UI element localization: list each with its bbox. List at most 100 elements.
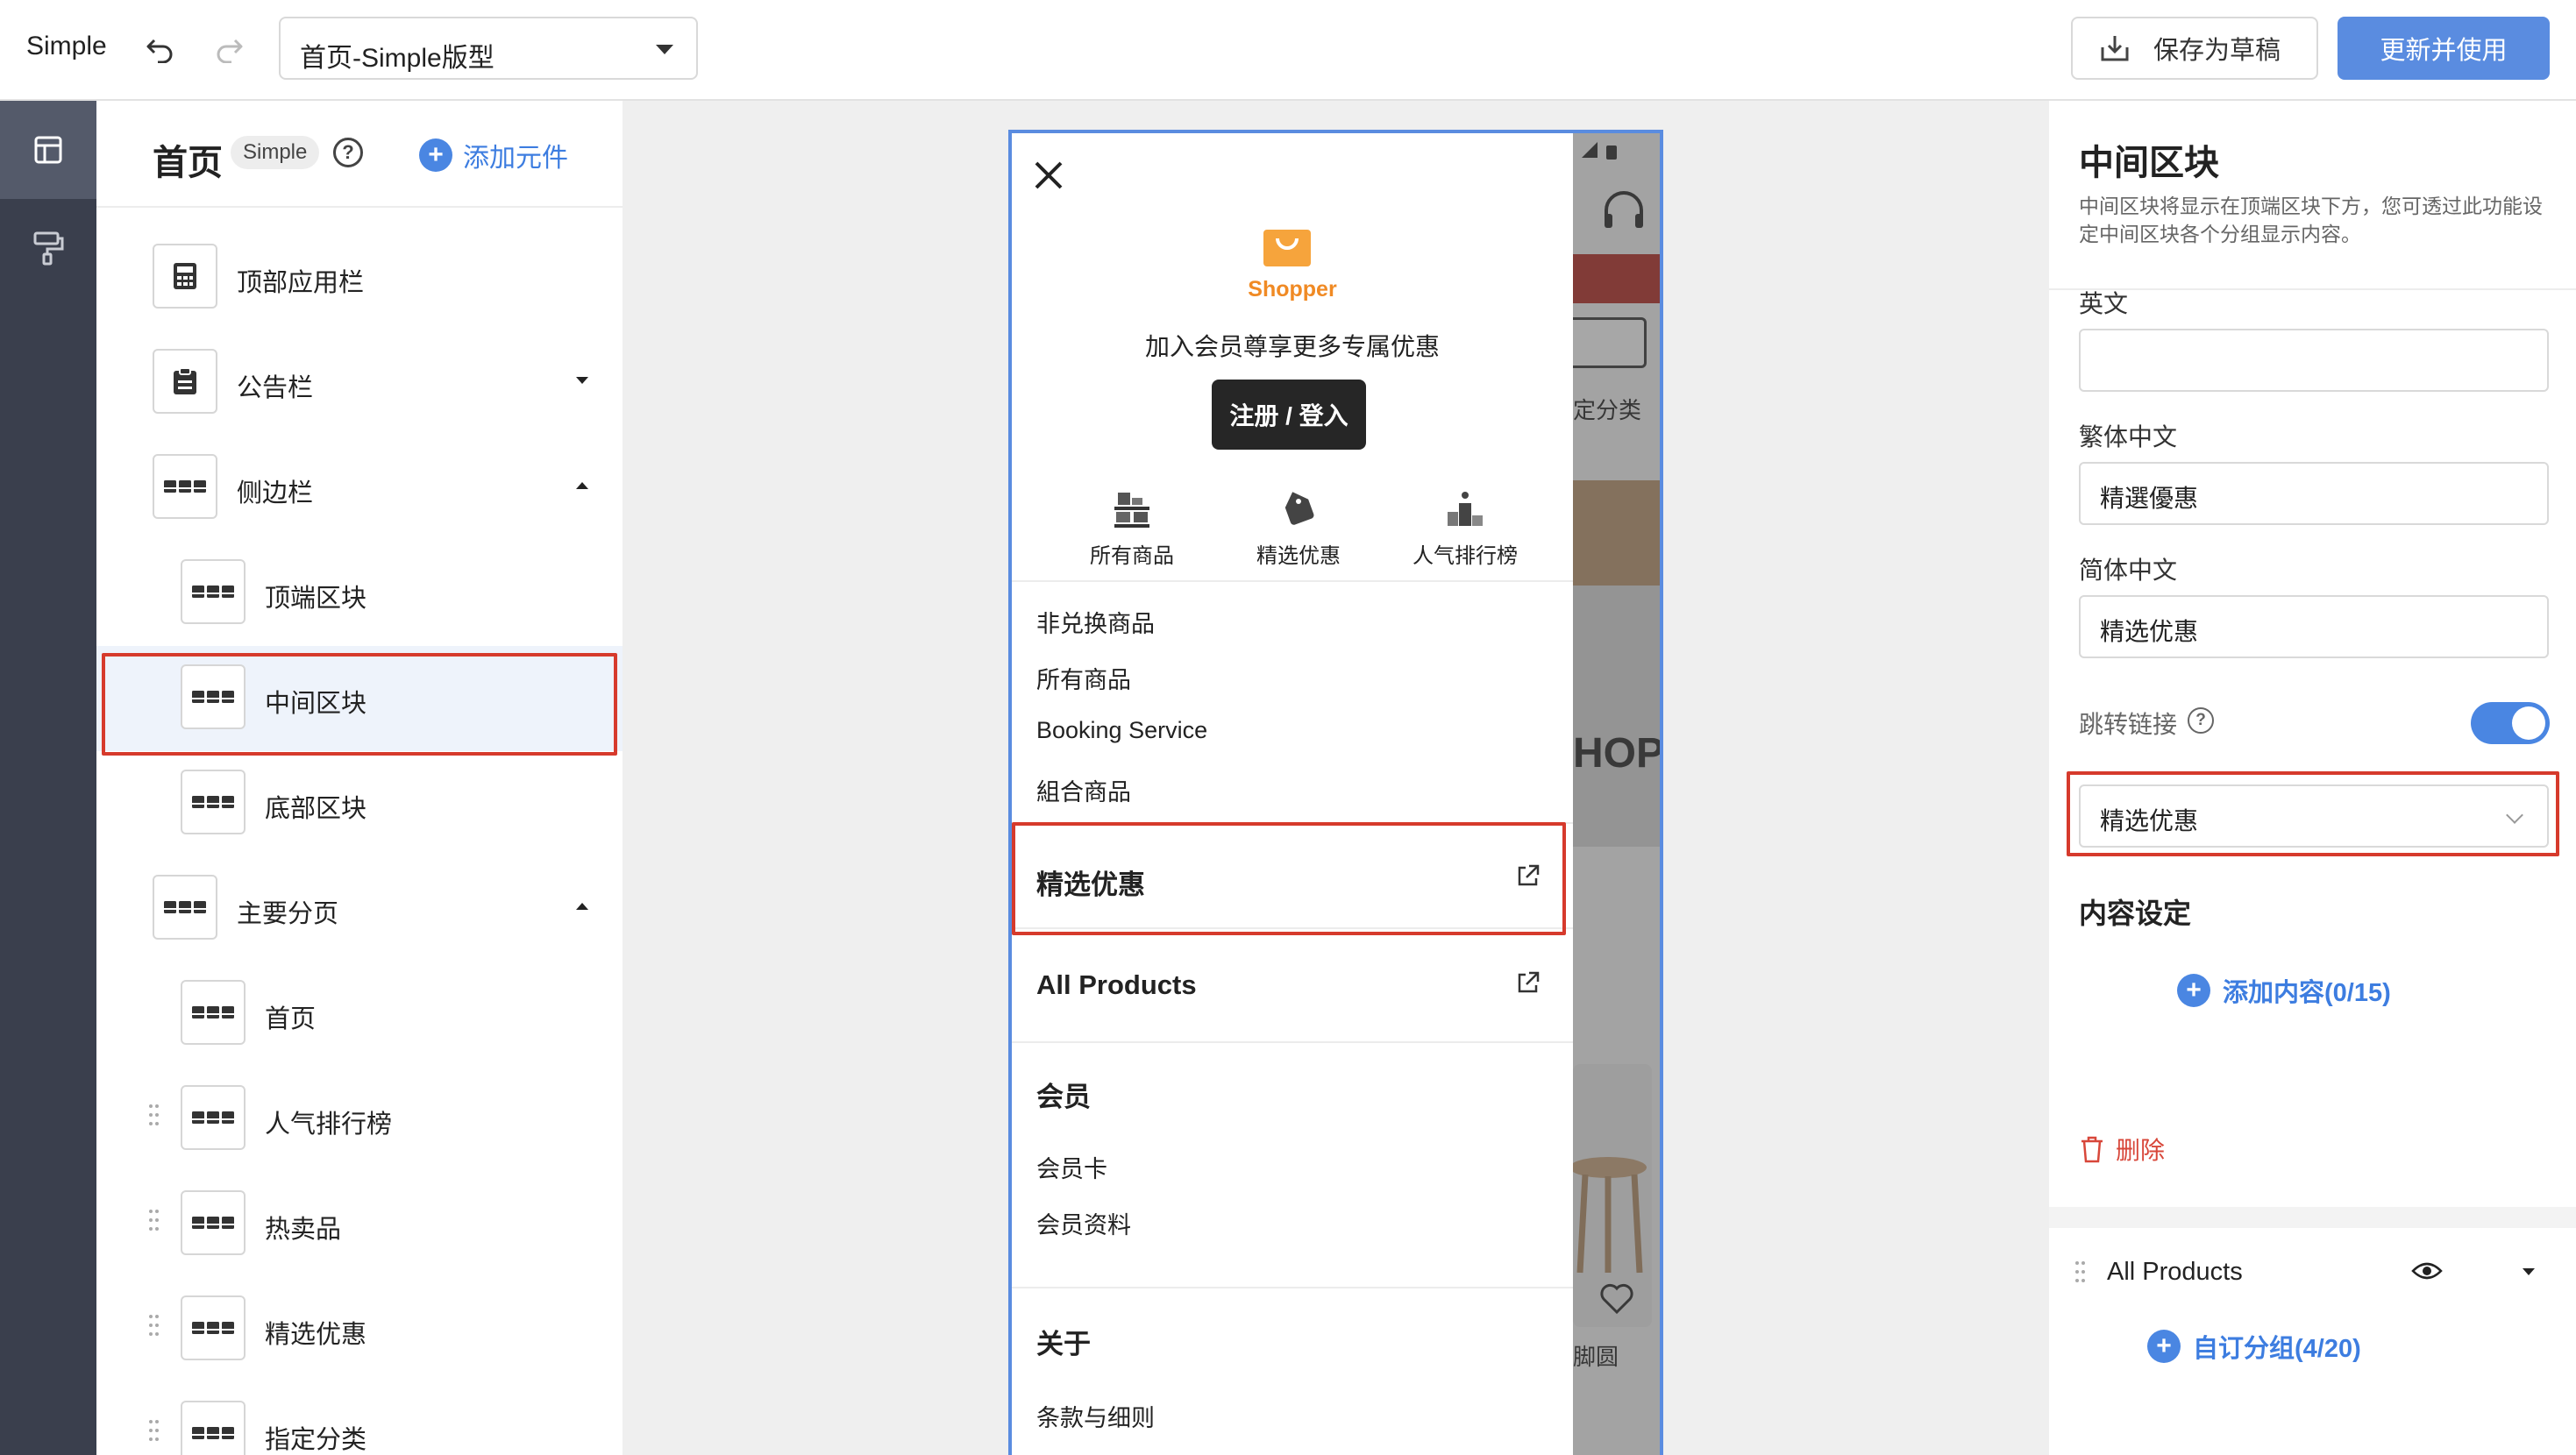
drag-handle-icon[interactable] <box>2075 1261 2086 1284</box>
divider <box>1012 1041 1573 1043</box>
price-tag-icon <box>1284 492 1314 525</box>
redirect-link-label: 跳转链接 <box>2079 711 2178 738</box>
divider <box>1012 822 1573 824</box>
menu-link[interactable]: 条款与细则 <box>1036 1399 1155 1433</box>
grid-blocks-icon <box>181 1295 246 1360</box>
redirect-link-select[interactable]: 精选优惠 <box>2079 784 2549 848</box>
redirect-link-toggle[interactable] <box>2471 702 2550 744</box>
menu-link[interactable]: Booking Service <box>1036 717 1207 744</box>
redo-icon[interactable] <box>209 30 249 70</box>
register-login-button[interactable]: 注册 / 登入 <box>1212 380 1366 450</box>
english-name-input[interactable] <box>2079 329 2549 392</box>
divider <box>1012 927 1573 929</box>
close-icon[interactable] <box>1031 158 1066 193</box>
plus-circle-icon: + <box>2177 974 2210 1007</box>
caret-down-icon[interactable] <box>576 377 588 384</box>
layout-nav[interactable] <box>0 101 96 199</box>
grid-blocks-icon <box>181 980 246 1045</box>
clipboard-icon <box>153 349 217 414</box>
add-content-button[interactable]: + 添加内容(0/15) <box>2177 972 2391 1009</box>
tree-item-ranking[interactable]: 人气排行榜 <box>96 1067 623 1172</box>
tree-item-top-block[interactable]: 顶端区块 <box>96 541 623 646</box>
eye-icon[interactable] <box>2411 1260 2443 1282</box>
all-products-section-link[interactable]: All Products <box>1036 969 1197 1001</box>
tree-item-home[interactable]: 首页 <box>96 962 623 1067</box>
template-badge: Simple <box>231 136 320 169</box>
grid-blocks-icon <box>181 664 246 729</box>
quick-link-label: 精选优惠 <box>1256 544 1341 568</box>
tree-item-label: 顶部应用栏 <box>237 269 365 297</box>
content-settings-title: 内容设定 <box>2079 898 2192 929</box>
grid-blocks-icon <box>181 1401 246 1455</box>
settings-description: 中间区块将显示在顶端区块下方，您可透过此功能设定中间区块各个分组显示内容。 <box>2079 195 2543 245</box>
traditional-chinese-input[interactable]: 精選優惠 <box>2079 462 2549 525</box>
group-name: All Products <box>2107 1258 2243 1286</box>
caret-up-icon[interactable] <box>576 482 588 489</box>
redirect-link-value: 精选优惠 <box>2100 807 2199 834</box>
featured-section-link[interactable]: 精选优惠 <box>1036 862 1145 902</box>
tree-item-top-app-bar[interactable]: 顶部应用栏 <box>96 225 623 330</box>
tree-item-hot-items[interactable]: 热卖品 <box>96 1172 623 1277</box>
grid-blocks-icon <box>181 770 246 834</box>
tree-item-announcement[interactable]: 公告栏 <box>96 330 623 436</box>
drag-handle-icon[interactable] <box>149 1104 160 1127</box>
quick-link-all-products[interactable]: 所有商品 <box>1049 482 1215 569</box>
external-link-icon[interactable] <box>1515 969 1541 996</box>
update-and-use-button[interactable]: 更新并使用 <box>2338 17 2550 80</box>
caret-down-icon[interactable] <box>2523 1268 2535 1275</box>
tree-item-main-tabs[interactable]: 主要分页 <box>96 856 623 962</box>
preview-backdrop: 定分类 HOP 脚圆 <box>1573 133 1660 1455</box>
backdrop-overlay <box>1573 133 1660 1455</box>
delete-label: 删除 <box>2116 1137 2166 1164</box>
drag-handle-icon[interactable] <box>149 1420 160 1443</box>
drag-handle-icon[interactable] <box>149 1210 160 1232</box>
menu-link[interactable]: 所有商品 <box>1036 661 1131 695</box>
caret-up-icon[interactable] <box>576 903 588 910</box>
menu-link[interactable]: 組合商品 <box>1036 773 1131 807</box>
add-content-label: 添加内容(0/15) <box>2223 979 2391 1007</box>
theme-nav[interactable] <box>0 199 96 297</box>
add-element-button[interactable]: + 添加元件 <box>419 136 568 174</box>
help-icon[interactable]: ? <box>333 138 363 167</box>
tree-item-sidebar[interactable]: 侧边栏 <box>96 436 623 541</box>
drag-handle-icon[interactable] <box>149 1315 160 1338</box>
plus-circle-icon: + <box>2147 1330 2181 1363</box>
sidebar-drawer: Shopper 加入会员尊享更多专属优惠 注册 / 登入 所有商品 精选优惠 人… <box>1012 133 1573 1455</box>
menu-link[interactable]: 会员卡 <box>1036 1150 1107 1184</box>
custom-group-button[interactable]: + 自订分组(4/20) <box>2147 1328 2361 1365</box>
quick-link-ranking[interactable]: 人气排行榜 <box>1382 482 1548 569</box>
tree-item-middle-block[interactable]: 中间区块 <box>96 646 623 751</box>
settings-title: 中间区块 <box>2079 144 2219 182</box>
quick-link-label: 所有商品 <box>1090 544 1174 568</box>
tree-item-label: 指定分类 <box>265 1426 367 1454</box>
undo-icon[interactable] <box>140 30 181 70</box>
traditional-chinese-label: 繁体中文 <box>2079 423 2178 451</box>
podium-icon <box>1448 492 1483 526</box>
delete-button[interactable]: 删除 <box>2079 1132 2165 1167</box>
page-template-value: 首页-Simple版型 <box>300 44 495 73</box>
structure-panel: 首页 Simple ? + 添加元件 顶部应用栏 公告栏 侧边栏 顶端区块 中间… <box>96 101 623 1455</box>
shop-name: Shopper <box>1248 277 1337 302</box>
tree-item-featured[interactable]: 精选优惠 <box>96 1277 623 1382</box>
quick-link-label: 人气排行榜 <box>1413 544 1518 568</box>
simplified-chinese-label: 简体中文 <box>2079 557 2178 584</box>
group-row-all-products[interactable]: All Products <box>2049 1230 2576 1314</box>
grid-blocks-icon <box>181 1190 246 1255</box>
tree-item-category[interactable]: 指定分类 <box>96 1382 623 1455</box>
tree-item-label: 侧边栏 <box>237 479 314 507</box>
simplified-chinese-input[interactable]: 精选优惠 <box>2079 595 2549 658</box>
tree-item-label: 人气排行榜 <box>265 1111 393 1139</box>
quick-link-featured[interactable]: 精选优惠 <box>1215 482 1382 569</box>
tree-item-label: 精选优惠 <box>265 1321 367 1349</box>
menu-link[interactable]: 非兑换商品 <box>1036 605 1155 639</box>
menu-link[interactable]: 会员资料 <box>1036 1206 1131 1240</box>
left-rail <box>0 101 96 1455</box>
save-draft-button[interactable]: 保存为草稿 <box>2071 17 2318 80</box>
external-link-icon[interactable] <box>1515 862 1541 889</box>
english-label: 英文 <box>2079 290 2129 317</box>
layout-icon <box>34 136 62 164</box>
help-icon[interactable]: ? <box>2188 707 2214 734</box>
tree-item-bottom-block[interactable]: 底部区块 <box>96 751 623 856</box>
page-template-select[interactable]: 首页-Simple版型 <box>279 17 698 80</box>
chevron-down-icon <box>656 45 673 54</box>
